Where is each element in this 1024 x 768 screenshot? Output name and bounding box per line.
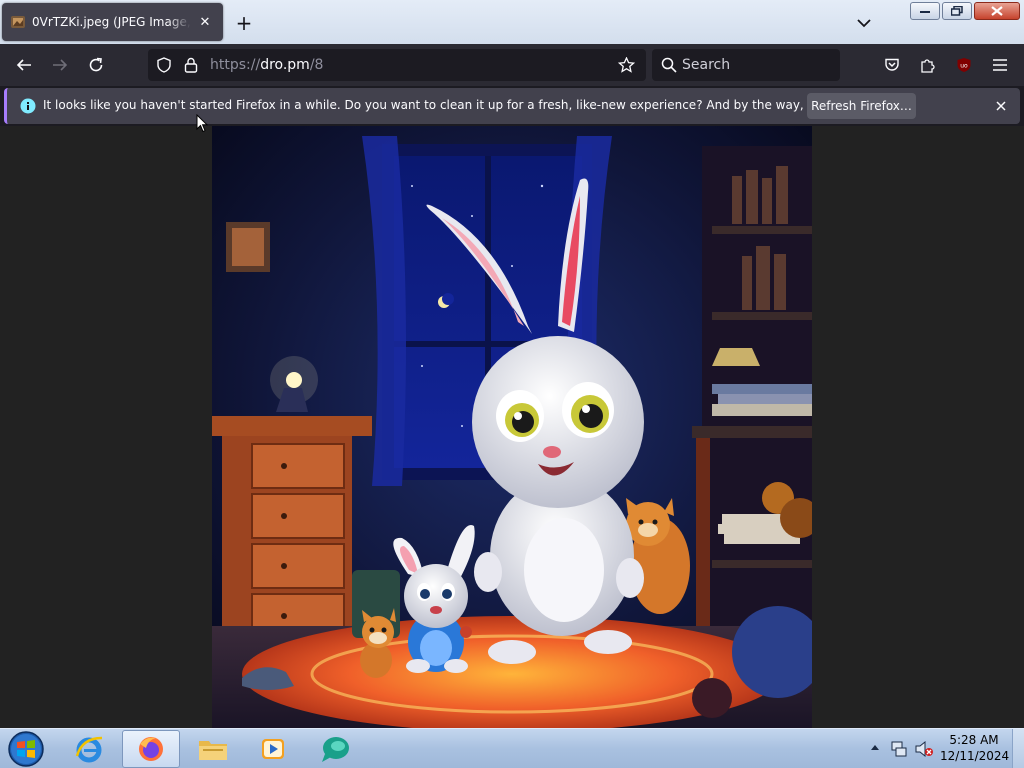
taskbar-media-player[interactable]	[244, 730, 302, 768]
list-all-tabs-chevron-icon[interactable]	[852, 11, 876, 35]
search-icon	[661, 57, 677, 73]
reload-button[interactable]	[82, 51, 110, 79]
image-favicon-icon	[11, 16, 25, 28]
image-viewer-content	[0, 126, 1024, 728]
start-button[interactable]	[4, 730, 48, 768]
extensions-button[interactable]	[914, 51, 942, 79]
clock-time: 5:28 AM	[949, 733, 999, 747]
url-text[interactable]: https://dro.pm/8	[210, 57, 323, 73]
forward-arrow-icon	[53, 59, 68, 71]
taskbar-file-explorer[interactable]	[184, 730, 242, 768]
ublock-shield-icon: uo	[957, 58, 971, 72]
back-button[interactable]	[10, 51, 38, 79]
pocket-icon	[885, 58, 899, 71]
bookmark-star-icon[interactable]	[618, 57, 635, 73]
close-window-button[interactable]	[974, 2, 1020, 20]
new-tab-button[interactable]: +	[232, 11, 256, 35]
tab-strip: 0VrTZKi.jpeg (JPEG Image, 896 ✕ +	[0, 0, 1024, 44]
info-icon	[20, 98, 36, 114]
puzzle-piece-icon	[921, 59, 935, 73]
pocket-button[interactable]	[878, 51, 906, 79]
url-bar[interactable]: https://dro.pm/8	[148, 49, 646, 81]
internet-explorer-icon	[75, 736, 103, 763]
taskbar-firefox[interactable]	[122, 730, 180, 768]
show-hidden-icons-arrow-icon[interactable]	[870, 743, 880, 751]
svg-text:uo: uo	[960, 63, 968, 70]
tab-title: 0VrTZKi.jpeg (JPEG Image, 896	[32, 15, 191, 29]
folder-icon	[199, 741, 227, 760]
restore-button[interactable]	[942, 2, 972, 20]
navigation-toolbar: https://dro.pm/8 Search uo	[0, 44, 1024, 86]
mouse-cursor-icon	[196, 114, 208, 133]
notification-message: It looks like you haven't started Firefo…	[43, 98, 899, 112]
network-icon[interactable]	[890, 740, 908, 758]
forward-button[interactable]	[46, 51, 74, 79]
clock-date: 12/11/2024	[940, 749, 1010, 763]
refresh-firefox-button[interactable]: Refresh Firefox…	[807, 93, 916, 119]
show-desktop-button[interactable]	[1012, 729, 1024, 768]
system-clock[interactable]: 5:28 AM 12/11/2024	[940, 732, 1010, 764]
search-bar[interactable]: Search	[652, 49, 840, 81]
search-placeholder: Search	[682, 57, 731, 73]
back-arrow-icon	[16, 59, 31, 71]
window-controls	[910, 2, 1020, 20]
taskbar-chat-app[interactable]	[306, 730, 364, 768]
tracking-shield-icon[interactable]	[156, 57, 172, 73]
refresh-firefox-notification: It looks like you haven't started Firefo…	[4, 88, 1020, 124]
volume-muted-icon[interactable]	[914, 740, 934, 758]
minimize-button[interactable]	[910, 2, 940, 20]
taskbar-internet-explorer[interactable]	[60, 730, 118, 768]
firefox-icon	[139, 737, 163, 761]
tab-close-icon[interactable]: ✕	[195, 12, 215, 32]
app-menu-button[interactable]	[986, 51, 1014, 79]
reload-icon	[89, 57, 103, 72]
hamburger-menu-icon	[993, 59, 1007, 71]
lock-icon[interactable]	[184, 57, 198, 73]
windows-taskbar: 5:28 AM 12/11/2024	[0, 728, 1024, 768]
chat-bubble-icon	[322, 737, 349, 762]
tab-active[interactable]: 0VrTZKi.jpeg (JPEG Image, 896 ✕	[2, 3, 223, 41]
windows-orb-icon	[8, 731, 44, 767]
cartoon-bunnies-bedroom-image[interactable]	[212, 126, 812, 728]
close-notification-icon[interactable]	[991, 96, 1011, 116]
ublock-origin-button[interactable]: uo	[950, 51, 978, 79]
media-player-icon	[262, 739, 284, 759]
